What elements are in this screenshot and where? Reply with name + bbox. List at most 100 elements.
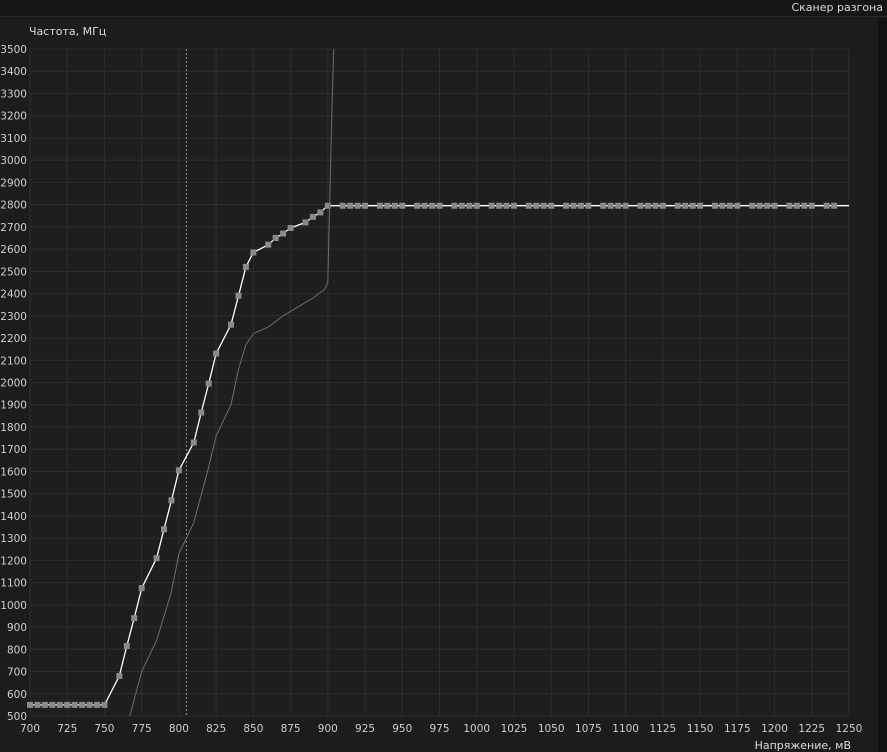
vf-point bbox=[302, 219, 309, 226]
vf-point bbox=[429, 202, 436, 209]
vf-point bbox=[56, 701, 63, 708]
vf-point bbox=[644, 202, 651, 209]
vf-point bbox=[771, 202, 778, 209]
vf-point bbox=[585, 202, 592, 209]
vf-point bbox=[689, 202, 696, 209]
vf-point bbox=[793, 202, 800, 209]
vf-point bbox=[168, 497, 175, 504]
window-title: Сканер разгона bbox=[791, 1, 883, 14]
vf-point bbox=[272, 234, 279, 241]
vf-point bbox=[473, 202, 480, 209]
vf-point bbox=[64, 701, 71, 708]
vf-point bbox=[280, 230, 287, 237]
x-tick-label: 825 bbox=[206, 723, 226, 735]
vf-point bbox=[228, 321, 235, 328]
vf-point bbox=[86, 701, 93, 708]
vf-point bbox=[786, 202, 793, 209]
y-tick-label: 500 bbox=[7, 711, 27, 723]
vf-point bbox=[659, 202, 666, 209]
overclock-scan-chart: 700 725 750 775 800 825 850 875 900 925 950 975 1000… bbox=[0, 44, 862, 735]
vf-point bbox=[49, 701, 56, 708]
x-tick-label: 875 bbox=[281, 723, 301, 735]
vf-point bbox=[533, 202, 540, 209]
y-tick-label: 700 bbox=[7, 667, 27, 679]
vf-point bbox=[414, 202, 421, 209]
vf-point bbox=[577, 202, 584, 209]
vf-point bbox=[749, 202, 756, 209]
vf-point bbox=[242, 263, 249, 270]
vf-point bbox=[391, 202, 398, 209]
x-tick-label: 1075 bbox=[575, 723, 602, 735]
vf-point bbox=[719, 202, 726, 209]
title-bar: Сканер разгона bbox=[0, 0, 887, 17]
x-tick-label: 900 bbox=[318, 723, 338, 735]
vf-point bbox=[347, 202, 354, 209]
vf-point bbox=[161, 526, 168, 533]
vf-point bbox=[339, 202, 346, 209]
vf-point bbox=[756, 202, 763, 209]
y-tick-label: 900 bbox=[7, 622, 27, 634]
vf-point bbox=[540, 202, 547, 209]
y-tick-label: 3300 bbox=[0, 88, 27, 100]
vf-point bbox=[682, 202, 689, 209]
vf-point bbox=[436, 202, 443, 209]
vf-point bbox=[131, 615, 138, 622]
y-tick-label: 1100 bbox=[0, 578, 27, 590]
y-tick-label: 2500 bbox=[0, 266, 27, 278]
vf-point bbox=[801, 202, 808, 209]
vf-point bbox=[697, 202, 704, 209]
vf-point bbox=[652, 202, 659, 209]
vf-point bbox=[235, 292, 242, 299]
y-tick-label: 2700 bbox=[0, 222, 27, 234]
vf-point bbox=[496, 202, 503, 209]
x-tick-label: 1150 bbox=[687, 723, 714, 735]
y-tick-label: 1000 bbox=[0, 600, 27, 612]
vf-point bbox=[831, 202, 838, 209]
x-tick-label: 1000 bbox=[463, 723, 490, 735]
y-tick-label: 600 bbox=[7, 689, 27, 701]
vf-point bbox=[764, 202, 771, 209]
vf-point bbox=[674, 202, 681, 209]
vf-point bbox=[488, 202, 495, 209]
vf-point bbox=[101, 701, 108, 708]
x-tick-label: 975 bbox=[429, 723, 449, 735]
vf-point bbox=[317, 209, 324, 216]
y-tick-label: 2200 bbox=[0, 333, 27, 345]
vf-point bbox=[451, 202, 458, 209]
vf-point bbox=[116, 672, 123, 679]
y-tick-label: 1500 bbox=[0, 489, 27, 501]
vf-point bbox=[622, 202, 629, 209]
y-tick-label: 1200 bbox=[0, 555, 27, 567]
x-tick-label: 1125 bbox=[649, 723, 676, 735]
vf-point bbox=[510, 202, 517, 209]
y-tick-label: 2100 bbox=[0, 355, 27, 367]
y-tick-label: 1300 bbox=[0, 533, 27, 545]
vf-point bbox=[615, 202, 622, 209]
vf-point bbox=[734, 202, 741, 209]
y-tick-label: 2300 bbox=[0, 311, 27, 323]
vf-point bbox=[41, 701, 48, 708]
vf-point bbox=[205, 380, 212, 387]
vf-point bbox=[138, 585, 145, 592]
vf-point bbox=[153, 555, 160, 562]
y-tick-label: 2800 bbox=[0, 200, 27, 212]
y-tick-label: 2900 bbox=[0, 177, 27, 189]
vf-point bbox=[198, 409, 205, 416]
vf-point bbox=[190, 439, 197, 446]
vf-point bbox=[458, 202, 465, 209]
y-tick-label: 2000 bbox=[0, 378, 27, 390]
vf-point bbox=[711, 202, 718, 209]
vf-point bbox=[376, 202, 383, 209]
x-axis-label: Напряжение, мВ bbox=[754, 739, 851, 752]
x-tick-label: 800 bbox=[169, 723, 189, 735]
y-tick-label: 1600 bbox=[0, 466, 27, 478]
y-tick-label: 800 bbox=[7, 644, 27, 656]
vf-point bbox=[384, 202, 391, 209]
vf-point bbox=[503, 202, 510, 209]
y-tick-label: 3100 bbox=[0, 133, 27, 145]
vf-point bbox=[399, 202, 406, 209]
vf-point bbox=[175, 467, 182, 474]
vf-point bbox=[213, 350, 220, 357]
vf-point bbox=[309, 213, 316, 220]
vf-point bbox=[570, 202, 577, 209]
